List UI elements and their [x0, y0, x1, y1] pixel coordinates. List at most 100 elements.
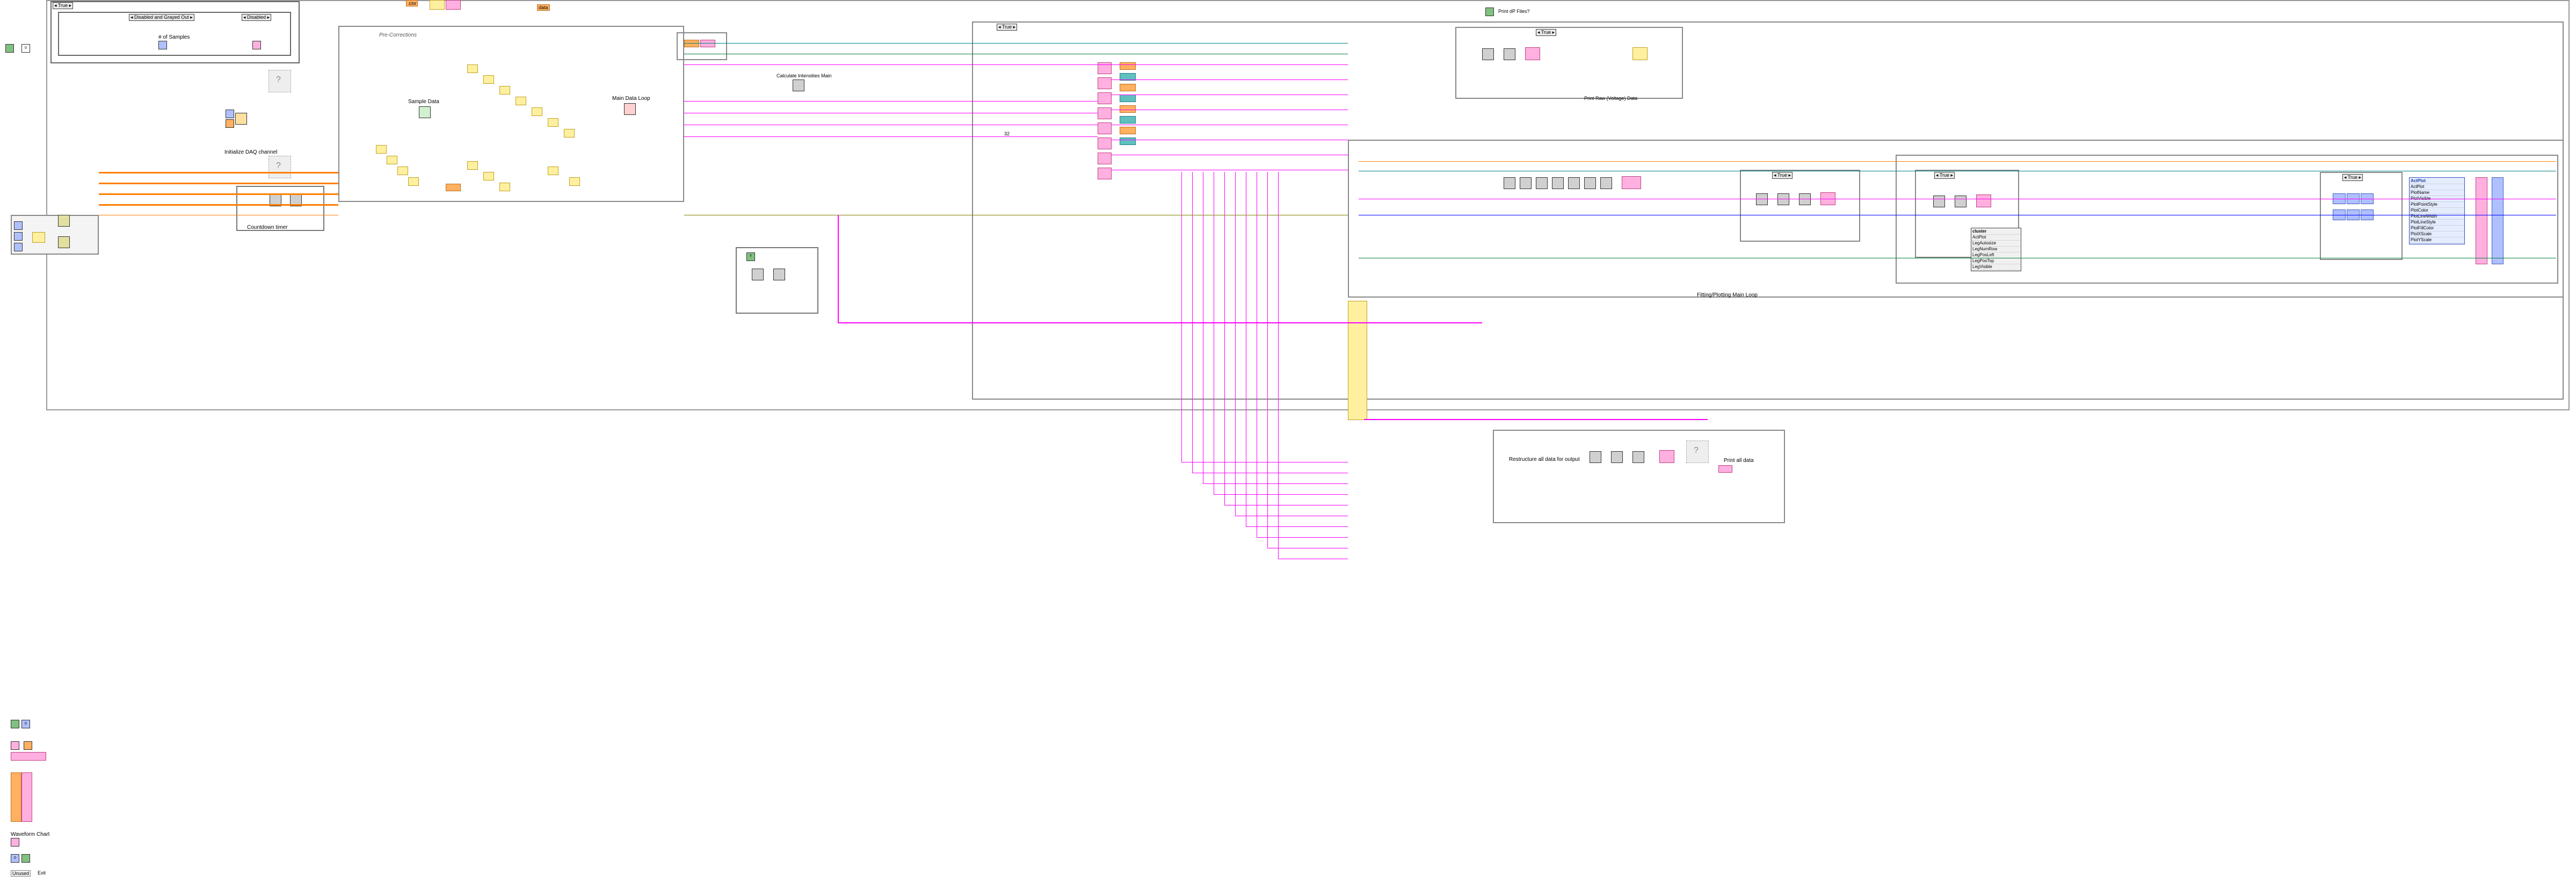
unbundle-node-7[interactable] — [1098, 153, 1112, 164]
csv-chip[interactable]: .csv — [406, 0, 418, 6]
fit-case-1-vi-1[interactable] — [1756, 193, 1768, 205]
fit-vi-misc-7[interactable] — [1600, 177, 1612, 189]
case-selector-right[interactable]: ◂ True ▸ — [997, 24, 1017, 31]
mini-i32-1[interactable] — [14, 221, 23, 230]
restructure-vi-1[interactable] — [1590, 451, 1601, 463]
right-case-node-2 — [2347, 193, 2360, 204]
print-raw-vi-2[interactable] — [1504, 48, 1515, 60]
question-icon-2: ? — [276, 161, 281, 171]
btm-wavechart-terminal[interactable] — [11, 838, 19, 847]
unbundle-node-3[interactable] — [1098, 92, 1112, 104]
term-row-3[interactable] — [1120, 84, 1136, 91]
fit-case-1-selector[interactable]: ◂ True ▸ — [1772, 172, 1793, 179]
mid-vi-1[interactable] — [752, 269, 764, 280]
wire-pink-h-b7 — [1246, 526, 1348, 527]
right-bundle-icon[interactable] — [2476, 177, 2487, 264]
case-selector-disabled-right[interactable]: ◂ Disabled ▸ — [242, 14, 271, 21]
fit-case-1-bundle-icon[interactable] — [1820, 192, 1835, 205]
init-daq-terminal-2[interactable] — [226, 119, 234, 128]
restructure-bundle-icon[interactable] — [1659, 450, 1674, 463]
term-row-8[interactable] — [1120, 138, 1136, 145]
num-samples-terminal[interactable] — [158, 41, 167, 49]
fit-case-2-vi-2[interactable] — [1955, 196, 1967, 207]
term-row-6[interactable] — [1120, 116, 1136, 124]
unbundle-node-2[interactable] — [1098, 77, 1112, 89]
fit-case-2-bundle-icon[interactable] — [1976, 194, 1991, 207]
fit-vi-misc-5[interactable] — [1568, 177, 1580, 189]
btm-blue-2[interactable]: 0 — [11, 854, 19, 863]
init-daq-terminal-1[interactable] — [226, 110, 234, 118]
fit-vi-misc-2[interactable] — [1520, 177, 1532, 189]
sample-data-vi-icon[interactable] — [419, 106, 431, 118]
fit-case-1-vi-3[interactable] — [1799, 193, 1811, 205]
subvi-top-1[interactable] — [430, 0, 445, 10]
case-selector-outer[interactable]: ◂ True ▸ — [53, 2, 73, 9]
btm-tf-2[interactable] — [21, 854, 30, 863]
print-raw-vi-1[interactable] — [1482, 48, 1494, 60]
countdown-vi-icon-1[interactable] — [270, 194, 281, 206]
unbundle-node-5[interactable] — [1098, 122, 1112, 134]
term-row-2[interactable] — [1120, 73, 1136, 81]
fit-vi-misc-1[interactable] — [1504, 177, 1515, 189]
term-row-1[interactable] — [1120, 62, 1136, 70]
fit-case-1-vi-2[interactable] — [1777, 193, 1789, 205]
mini-i32-2[interactable] — [14, 232, 23, 241]
dbl-term-1[interactable] — [446, 184, 461, 191]
right-bundle-icon-b[interactable] — [2492, 177, 2504, 264]
unbundle-node-8[interactable] — [1098, 168, 1112, 179]
term-row-5[interactable] — [1120, 105, 1136, 113]
cluster-constant[interactable]: cluster ActPlot LegAutosize LegNumRow Le… — [1971, 228, 2021, 271]
mini-vi-2[interactable] — [58, 236, 70, 248]
print-raw-selector[interactable]: ◂ True ▸ — [1536, 29, 1556, 36]
print-raw-save-icon[interactable] — [1632, 47, 1648, 60]
cmp-node-4 — [516, 97, 526, 105]
mid-tf-true[interactable]: T — [746, 252, 755, 261]
print-raw-bundle-icon[interactable] — [1525, 47, 1540, 60]
print-all-terminal[interactable] — [1718, 465, 1732, 473]
cmp-node-8 — [467, 161, 478, 170]
subvi-top-2[interactable] — [446, 0, 461, 10]
cmp-node-12 — [569, 177, 580, 186]
main-data-loop-vi-icon[interactable] — [624, 103, 636, 115]
right-case-inner-selector[interactable]: ◂ True ▸ — [2342, 174, 2363, 181]
btm-array-orange[interactable] — [11, 772, 21, 822]
btm-tf-1[interactable] — [11, 720, 19, 728]
fit-vi-misc-6[interactable] — [1584, 177, 1596, 189]
btm-orng-1[interactable] — [24, 741, 32, 750]
unbundle-node-6[interactable] — [1098, 138, 1112, 149]
btm-array-pink[interactable] — [21, 772, 32, 822]
unbundle-node-1[interactable] — [1098, 62, 1112, 74]
case-selector-disabled[interactable]: ◂ Disabled and Grayed Out ▸ — [129, 14, 194, 21]
fit-bundle-misc-icon[interactable] — [1622, 176, 1641, 189]
property-node[interactable]: ActPlot ActPlot PlotName PlotVisible Plo… — [2409, 177, 2465, 244]
btm-pink-1[interactable] — [11, 741, 19, 750]
btm-enum-unused[interactable]: Unused — [11, 870, 31, 877]
question-icon-1: ? — [276, 75, 281, 85]
inner-term-1[interactable] — [684, 40, 699, 47]
fit-vi-misc-4[interactable] — [1552, 177, 1564, 189]
unbundle-node-4[interactable] — [1098, 107, 1112, 119]
data-path-chip[interactable]: data — [537, 4, 550, 11]
fit-case-2-vi-1[interactable] — [1933, 196, 1945, 207]
mini-vi-1[interactable] — [58, 215, 70, 227]
stop-terminal[interactable] — [5, 44, 14, 53]
btm-string-1[interactable] — [11, 752, 46, 761]
calc-intensities-vi-icon[interactable] — [793, 79, 804, 91]
print-dp-terminal[interactable] — [1485, 8, 1494, 16]
term-row-7[interactable] — [1120, 127, 1136, 134]
build-array-big-icon[interactable] — [1348, 301, 1367, 420]
term-row-4[interactable] — [1120, 95, 1136, 102]
countdown-vi-icon-2[interactable] — [290, 194, 302, 206]
mid-vi-2[interactable] — [773, 269, 785, 280]
fit-case-2-selector[interactable]: ◂ True ▸ — [1934, 172, 1955, 179]
restructure-vi-2[interactable] — [1611, 451, 1623, 463]
cluster-terminal-left[interactable] — [252, 41, 261, 49]
cmp-node-7 — [564, 129, 575, 138]
propnode-item-8: PlotXScale — [2410, 232, 2464, 237]
restructure-vi-3[interactable] — [1632, 451, 1644, 463]
mini-i32-3[interactable] — [14, 243, 23, 251]
fit-vi-misc-3[interactable] — [1536, 177, 1548, 189]
init-daq-vi-icon[interactable] — [235, 113, 247, 125]
btm-i32-1[interactable]: 0 — [21, 720, 30, 728]
inner-term-2[interactable] — [700, 40, 715, 47]
